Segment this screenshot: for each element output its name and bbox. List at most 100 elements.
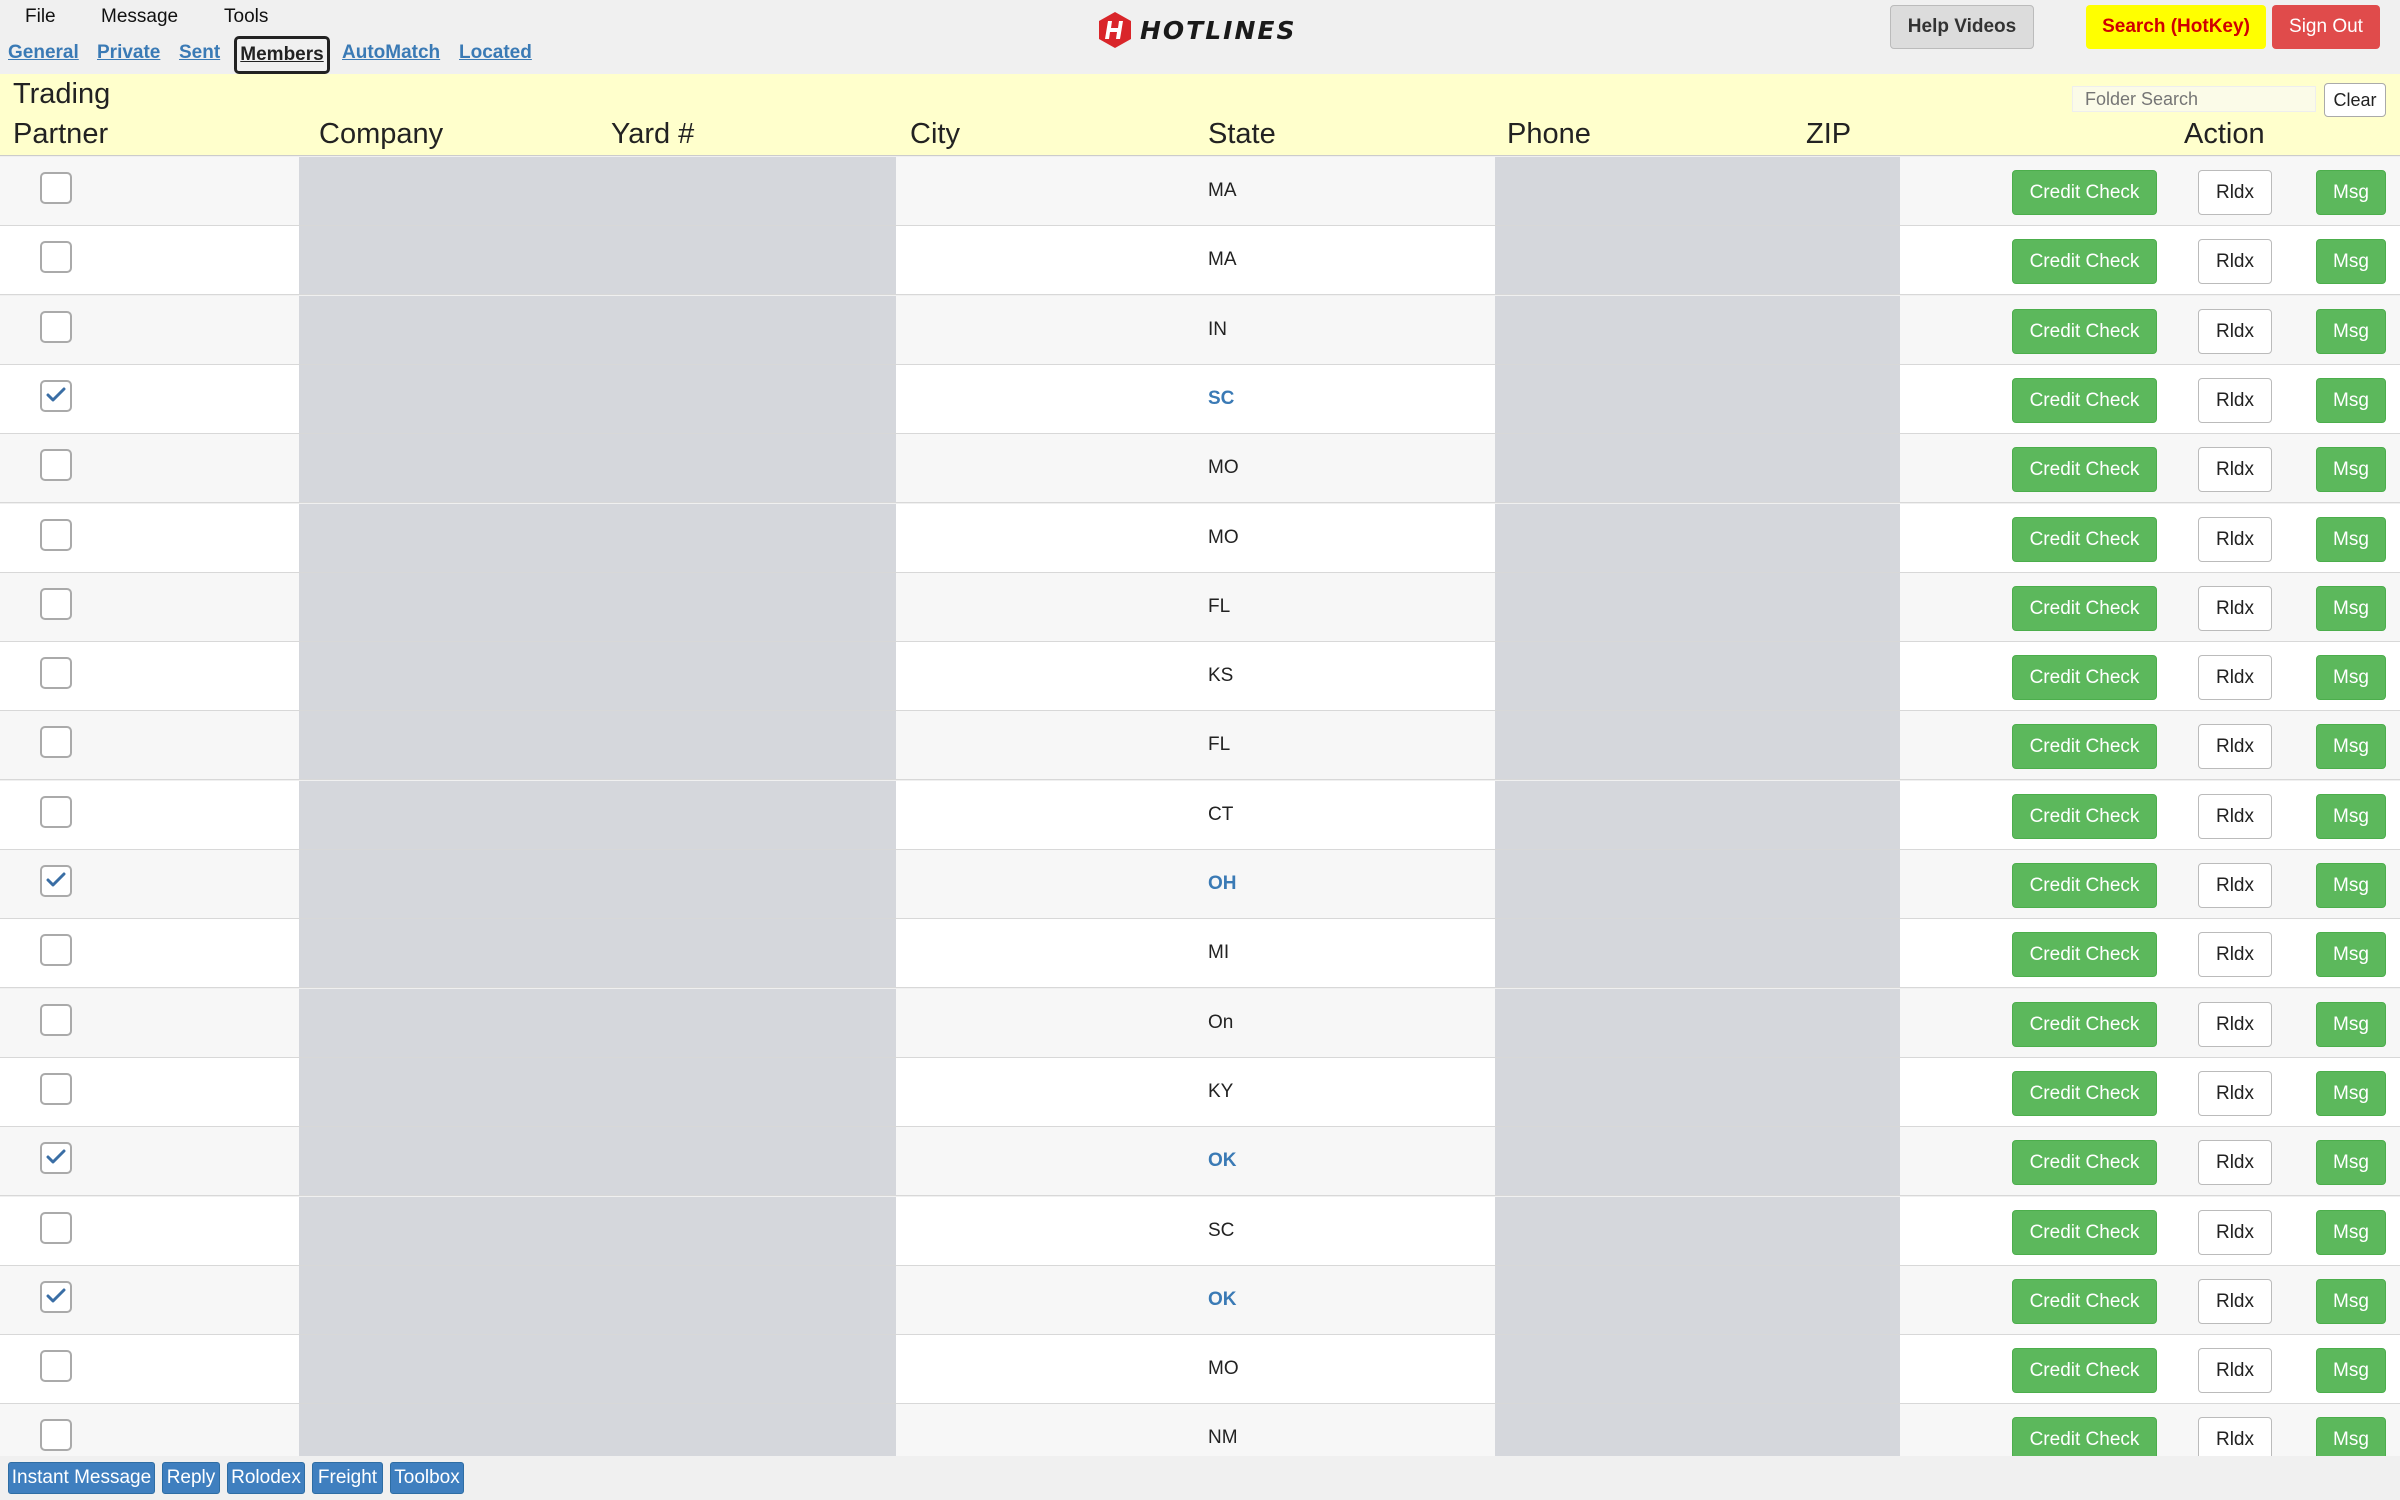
msg-button[interactable]: Msg bbox=[2316, 724, 2386, 769]
col-header-zip[interactable]: ZIP bbox=[1806, 118, 1851, 151]
trading-partner-checkbox[interactable] bbox=[40, 588, 72, 620]
rldx-button[interactable]: Rldx bbox=[2198, 863, 2272, 908]
credit-check-button[interactable]: Credit Check bbox=[2012, 932, 2157, 977]
credit-check-button[interactable]: Credit Check bbox=[2012, 1002, 2157, 1047]
msg-button[interactable]: Msg bbox=[2316, 655, 2386, 700]
rldx-button[interactable]: Rldx bbox=[2198, 1140, 2272, 1185]
reply-button[interactable]: Reply bbox=[162, 1462, 220, 1494]
msg-button[interactable]: Msg bbox=[2316, 1071, 2386, 1116]
rldx-button[interactable]: Rldx bbox=[2198, 1210, 2272, 1255]
trading-partner-checkbox[interactable] bbox=[40, 1350, 72, 1382]
msg-button[interactable]: Msg bbox=[2316, 1417, 2386, 1456]
trading-partner-checkbox[interactable] bbox=[40, 1419, 72, 1451]
credit-check-button[interactable]: Credit Check bbox=[2012, 586, 2157, 631]
trading-partner-checkbox[interactable] bbox=[40, 796, 72, 828]
rldx-button[interactable]: Rldx bbox=[2198, 586, 2272, 631]
col-header-yard[interactable]: Yard # bbox=[611, 118, 694, 151]
trading-partner-checkbox[interactable] bbox=[40, 1073, 72, 1105]
rldx-button[interactable]: Rldx bbox=[2198, 170, 2272, 215]
folder-search-input[interactable] bbox=[2072, 86, 2316, 112]
tab-general[interactable]: General bbox=[8, 42, 79, 64]
msg-button[interactable]: Msg bbox=[2316, 517, 2386, 562]
credit-check-button[interactable]: Credit Check bbox=[2012, 655, 2157, 700]
msg-button[interactable]: Msg bbox=[2316, 447, 2386, 492]
rldx-button[interactable]: Rldx bbox=[2198, 724, 2272, 769]
trading-partner-checkbox[interactable] bbox=[40, 1142, 72, 1174]
trading-partner-checkbox[interactable] bbox=[40, 1281, 72, 1313]
trading-partner-checkbox[interactable] bbox=[40, 726, 72, 758]
rldx-button[interactable]: Rldx bbox=[2198, 447, 2272, 492]
credit-check-button[interactable]: Credit Check bbox=[2012, 1417, 2157, 1456]
help-videos-button[interactable]: Help Videos bbox=[1890, 5, 2034, 49]
tab-located[interactable]: Located bbox=[459, 42, 532, 64]
trading-partner-checkbox[interactable] bbox=[40, 380, 72, 412]
instant-message-button[interactable]: Instant Message bbox=[8, 1462, 155, 1494]
rldx-button[interactable]: Rldx bbox=[2198, 794, 2272, 839]
trading-partner-checkbox[interactable] bbox=[40, 172, 72, 204]
col-header-phone[interactable]: Phone bbox=[1507, 118, 1591, 151]
rldx-button[interactable]: Rldx bbox=[2198, 239, 2272, 284]
msg-button[interactable]: Msg bbox=[2316, 378, 2386, 423]
msg-button[interactable]: Msg bbox=[2316, 239, 2386, 284]
credit-check-button[interactable]: Credit Check bbox=[2012, 724, 2157, 769]
msg-button[interactable]: Msg bbox=[2316, 586, 2386, 631]
credit-check-button[interactable]: Credit Check bbox=[2012, 1210, 2157, 1255]
msg-button[interactable]: Msg bbox=[2316, 309, 2386, 354]
col-header-state[interactable]: State bbox=[1208, 118, 1276, 151]
trading-partner-checkbox[interactable] bbox=[40, 934, 72, 966]
menu-tools[interactable]: Tools bbox=[224, 6, 268, 28]
col-header-company[interactable]: Company bbox=[319, 118, 443, 151]
credit-check-button[interactable]: Credit Check bbox=[2012, 239, 2157, 284]
menu-file[interactable]: File bbox=[25, 6, 56, 28]
rldx-button[interactable]: Rldx bbox=[2198, 1417, 2272, 1456]
rolodex-button[interactable]: Rolodex bbox=[227, 1462, 305, 1494]
menu-message[interactable]: Message bbox=[101, 6, 178, 28]
credit-check-button[interactable]: Credit Check bbox=[2012, 863, 2157, 908]
msg-button[interactable]: Msg bbox=[2316, 932, 2386, 977]
search-hotkey-button[interactable]: Search (HotKey) bbox=[2086, 5, 2266, 49]
msg-button[interactable]: Msg bbox=[2316, 863, 2386, 908]
credit-check-button[interactable]: Credit Check bbox=[2012, 1279, 2157, 1324]
rldx-button[interactable]: Rldx bbox=[2198, 1071, 2272, 1116]
credit-check-button[interactable]: Credit Check bbox=[2012, 517, 2157, 562]
trading-partner-checkbox[interactable] bbox=[40, 311, 72, 343]
trading-partner-checkbox[interactable] bbox=[40, 1212, 72, 1244]
trading-partner-checkbox[interactable] bbox=[40, 519, 72, 551]
rldx-button[interactable]: Rldx bbox=[2198, 932, 2272, 977]
trading-partner-checkbox[interactable] bbox=[40, 241, 72, 273]
toolbox-button[interactable]: Toolbox bbox=[390, 1462, 464, 1494]
tab-sent[interactable]: Sent bbox=[179, 42, 220, 64]
msg-button[interactable]: Msg bbox=[2316, 1279, 2386, 1324]
msg-button[interactable]: Msg bbox=[2316, 794, 2386, 839]
sign-out-button[interactable]: Sign Out bbox=[2272, 5, 2380, 49]
credit-check-button[interactable]: Credit Check bbox=[2012, 447, 2157, 492]
freight-button[interactable]: Freight bbox=[312, 1462, 383, 1494]
credit-check-button[interactable]: Credit Check bbox=[2012, 378, 2157, 423]
tab-members[interactable]: Members bbox=[234, 36, 330, 74]
credit-check-button[interactable]: Credit Check bbox=[2012, 794, 2157, 839]
col-header-city[interactable]: City bbox=[910, 118, 960, 151]
credit-check-button[interactable]: Credit Check bbox=[2012, 1140, 2157, 1185]
rldx-button[interactable]: Rldx bbox=[2198, 1002, 2272, 1047]
msg-button[interactable]: Msg bbox=[2316, 1348, 2386, 1393]
rldx-button[interactable]: Rldx bbox=[2198, 1348, 2272, 1393]
rldx-button[interactable]: Rldx bbox=[2198, 517, 2272, 562]
clear-button[interactable]: Clear bbox=[2324, 83, 2386, 117]
rldx-button[interactable]: Rldx bbox=[2198, 1279, 2272, 1324]
tab-automatch[interactable]: AutoMatch bbox=[342, 42, 440, 64]
msg-button[interactable]: Msg bbox=[2316, 170, 2386, 215]
trading-partner-checkbox[interactable] bbox=[40, 657, 72, 689]
trading-partner-checkbox[interactable] bbox=[40, 1004, 72, 1036]
trading-partner-checkbox[interactable] bbox=[40, 865, 72, 897]
tab-private[interactable]: Private bbox=[97, 42, 160, 64]
credit-check-button[interactable]: Credit Check bbox=[2012, 170, 2157, 215]
rldx-button[interactable]: Rldx bbox=[2198, 309, 2272, 354]
credit-check-button[interactable]: Credit Check bbox=[2012, 1071, 2157, 1116]
msg-button[interactable]: Msg bbox=[2316, 1210, 2386, 1255]
rldx-button[interactable]: Rldx bbox=[2198, 655, 2272, 700]
rldx-button[interactable]: Rldx bbox=[2198, 378, 2272, 423]
credit-check-button[interactable]: Credit Check bbox=[2012, 1348, 2157, 1393]
msg-button[interactable]: Msg bbox=[2316, 1002, 2386, 1047]
credit-check-button[interactable]: Credit Check bbox=[2012, 309, 2157, 354]
trading-partner-checkbox[interactable] bbox=[40, 449, 72, 481]
